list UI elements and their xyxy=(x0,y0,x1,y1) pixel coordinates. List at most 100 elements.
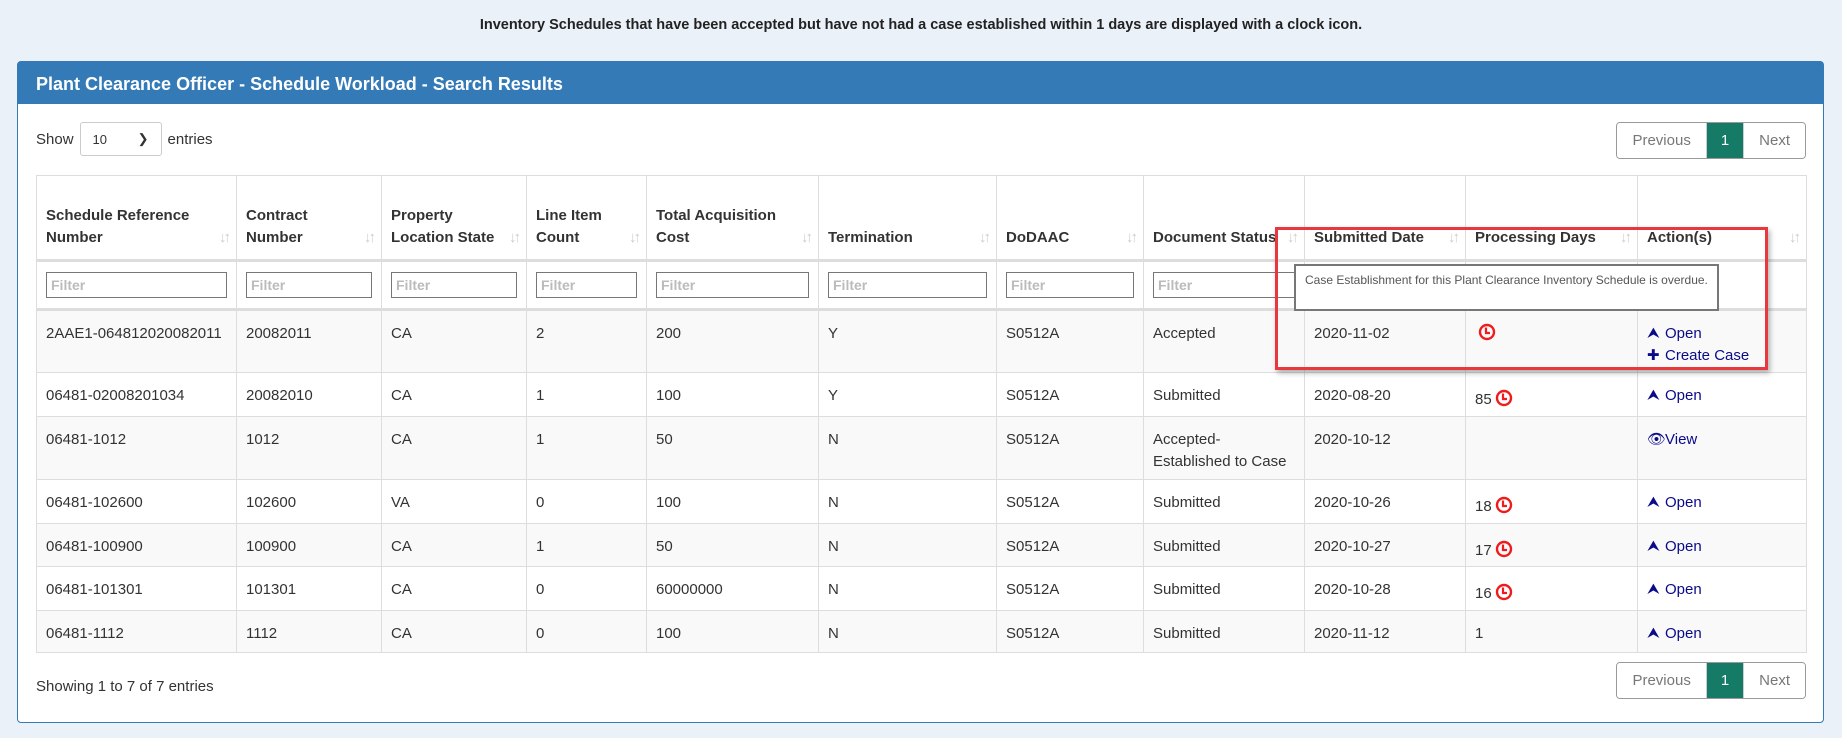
cell-actions: 👁View xyxy=(1637,416,1807,480)
open-link[interactable]: ⮝ Open xyxy=(1647,492,1797,514)
column-filter-input[interactable] xyxy=(657,273,808,297)
column-filter-input[interactable] xyxy=(1154,273,1294,297)
filter-cell: Filter xyxy=(818,260,997,311)
column-header[interactable]: Termination ↓↑ xyxy=(818,175,997,262)
entries-value: 10 xyxy=(92,131,107,147)
cell-status: Submitted xyxy=(1143,566,1305,611)
column-filter-input[interactable] xyxy=(829,273,986,297)
column-filter-box[interactable]: Filter xyxy=(656,272,809,298)
column-header[interactable]: Property Location State ↓↑ xyxy=(381,175,527,262)
upload-icon: ⮝ xyxy=(1647,581,1660,598)
action-label: Open xyxy=(1665,581,1702,598)
cell-state: CA xyxy=(381,309,527,373)
cell-processing-days: 17 xyxy=(1465,523,1638,567)
cell-contract: 20082011 xyxy=(236,309,382,373)
cell-processing-days: 85 xyxy=(1465,372,1638,417)
table-row: 06481-100900 100900 CA 1 50 N S0512A Submitted 2… xyxy=(36,523,1807,567)
chevron-down-icon: ❯ xyxy=(137,131,149,146)
clock-icon-notice: Inventory Schedules that have been accep… xyxy=(479,17,1363,33)
page-1-button[interactable]: 1 xyxy=(1705,663,1744,698)
cell-status: Accepted-Established to Case xyxy=(1143,416,1305,480)
column-filter-input[interactable] xyxy=(47,273,226,297)
cell-ref: 06481-1012 xyxy=(36,416,237,480)
column-filter-box[interactable]: Filter xyxy=(246,272,372,298)
cell-term: Y xyxy=(818,372,997,417)
previous-button[interactable]: Previous xyxy=(1617,663,1706,698)
cell-state: VA xyxy=(381,479,527,524)
column-filter-box[interactable]: Filter xyxy=(828,272,987,298)
view-link[interactable]: 👁View xyxy=(1647,429,1797,451)
cell-contract: 1012 xyxy=(236,416,382,480)
column-header[interactable]: Schedule Reference Number ↓↑ xyxy=(36,175,237,262)
eye-icon: 👁 xyxy=(1647,431,1667,448)
cell-count: 1 xyxy=(526,372,647,417)
processing-days-value: 1 xyxy=(1475,625,1484,642)
pagination-bottom: Previous 1 Next xyxy=(1616,662,1806,699)
column-filter-box[interactable]: Filter xyxy=(391,272,517,298)
action-label: Open xyxy=(1665,538,1702,555)
column-header[interactable]: Contract Number ↓↑ xyxy=(236,175,382,262)
column-label: Document Status xyxy=(1153,229,1277,246)
sort-icon[interactable]: ↓↑ xyxy=(979,227,991,249)
open-link[interactable]: ⮝ Open xyxy=(1647,579,1797,601)
cell-processing-days xyxy=(1465,416,1638,480)
column-filter-input[interactable] xyxy=(537,273,636,297)
column-label: Line Item Count xyxy=(536,207,602,246)
cell-count: 1 xyxy=(526,523,647,567)
next-button[interactable]: Next xyxy=(1743,663,1805,698)
sort-icon[interactable]: ↓↑ xyxy=(1126,227,1138,249)
sort-icon[interactable]: ↓↑ xyxy=(219,227,231,249)
column-filter-box[interactable]: Filter xyxy=(536,272,637,298)
cell-term: N xyxy=(818,566,997,611)
panel-title: Plant Clearance Officer - Schedule Workl… xyxy=(18,62,1823,104)
cell-processing-days: 18 xyxy=(1465,479,1638,524)
processing-days-value: 17 xyxy=(1475,542,1492,559)
sort-icon[interactable]: ↓↑ xyxy=(509,227,521,249)
column-filter-input[interactable] xyxy=(1007,273,1133,297)
upload-icon: ⮝ xyxy=(1647,625,1660,642)
cell-date: 2020-08-20 xyxy=(1304,372,1466,417)
cell-status: Submitted xyxy=(1143,610,1305,653)
open-link[interactable]: ⮝ Open xyxy=(1647,623,1797,645)
sort-icon[interactable]: ↓↑ xyxy=(801,227,813,249)
column-filter-box[interactable]: Filter xyxy=(46,272,227,298)
column-label: Total Acquisition Cost xyxy=(656,207,776,246)
open-link[interactable]: ⮝ Open xyxy=(1647,536,1797,558)
column-header[interactable]: Line Item Count ↓↑ xyxy=(526,175,647,262)
cell-cost: 60000000 xyxy=(646,566,819,611)
cell-date: 2020-10-12 xyxy=(1304,416,1466,480)
column-filter-box[interactable]: Filter xyxy=(1006,272,1134,298)
entries-select[interactable]: 10 ❯ xyxy=(79,122,162,156)
cell-contract: 102600 xyxy=(236,479,382,524)
cell-count: 0 xyxy=(526,610,647,653)
cell-dodaac: S0512A xyxy=(996,372,1144,417)
sort-icon[interactable]: ↓↑ xyxy=(1789,227,1801,249)
previous-button[interactable]: Previous xyxy=(1617,123,1706,158)
column-filter-box[interactable]: Filter xyxy=(1153,272,1295,298)
cell-date: 2020-11-12 xyxy=(1304,610,1466,653)
cell-dodaac: S0512A xyxy=(996,610,1144,653)
show-label: Show xyxy=(36,130,74,148)
column-header[interactable]: DoDAAC ↓↑ xyxy=(996,175,1144,262)
open-link[interactable]: ⮝ Open xyxy=(1647,385,1797,407)
cell-cost: 100 xyxy=(646,479,819,524)
column-filter-input[interactable] xyxy=(392,273,516,297)
sort-icon[interactable]: ↓↑ xyxy=(364,227,376,249)
processing-days-value: 16 xyxy=(1475,585,1492,602)
action-label: Open xyxy=(1665,625,1702,642)
table-row: 06481-02008201034 20082010 CA 1 100 Y S0512A Su… xyxy=(36,372,1807,417)
table-row: 06481-101301 101301 CA 0 60000000 N S0512A Subm… xyxy=(36,566,1807,611)
column-filter-input[interactable] xyxy=(247,273,371,297)
cell-cost: 200 xyxy=(646,309,819,373)
cell-dodaac: S0512A xyxy=(996,566,1144,611)
search-results-panel: Plant Clearance Officer - Schedule Workl… xyxy=(17,61,1824,723)
next-button[interactable]: Next xyxy=(1743,123,1805,158)
cell-ref: 06481-100900 xyxy=(36,523,237,567)
page-1-button[interactable]: 1 xyxy=(1705,123,1744,158)
cell-cost: 100 xyxy=(646,372,819,417)
cell-date: 2020-10-26 xyxy=(1304,479,1466,524)
cell-status: Submitted xyxy=(1143,372,1305,417)
cell-cost: 100 xyxy=(646,610,819,653)
column-header[interactable]: Total Acquisition Cost ↓↑ xyxy=(646,175,819,262)
sort-icon[interactable]: ↓↑ xyxy=(629,227,641,249)
